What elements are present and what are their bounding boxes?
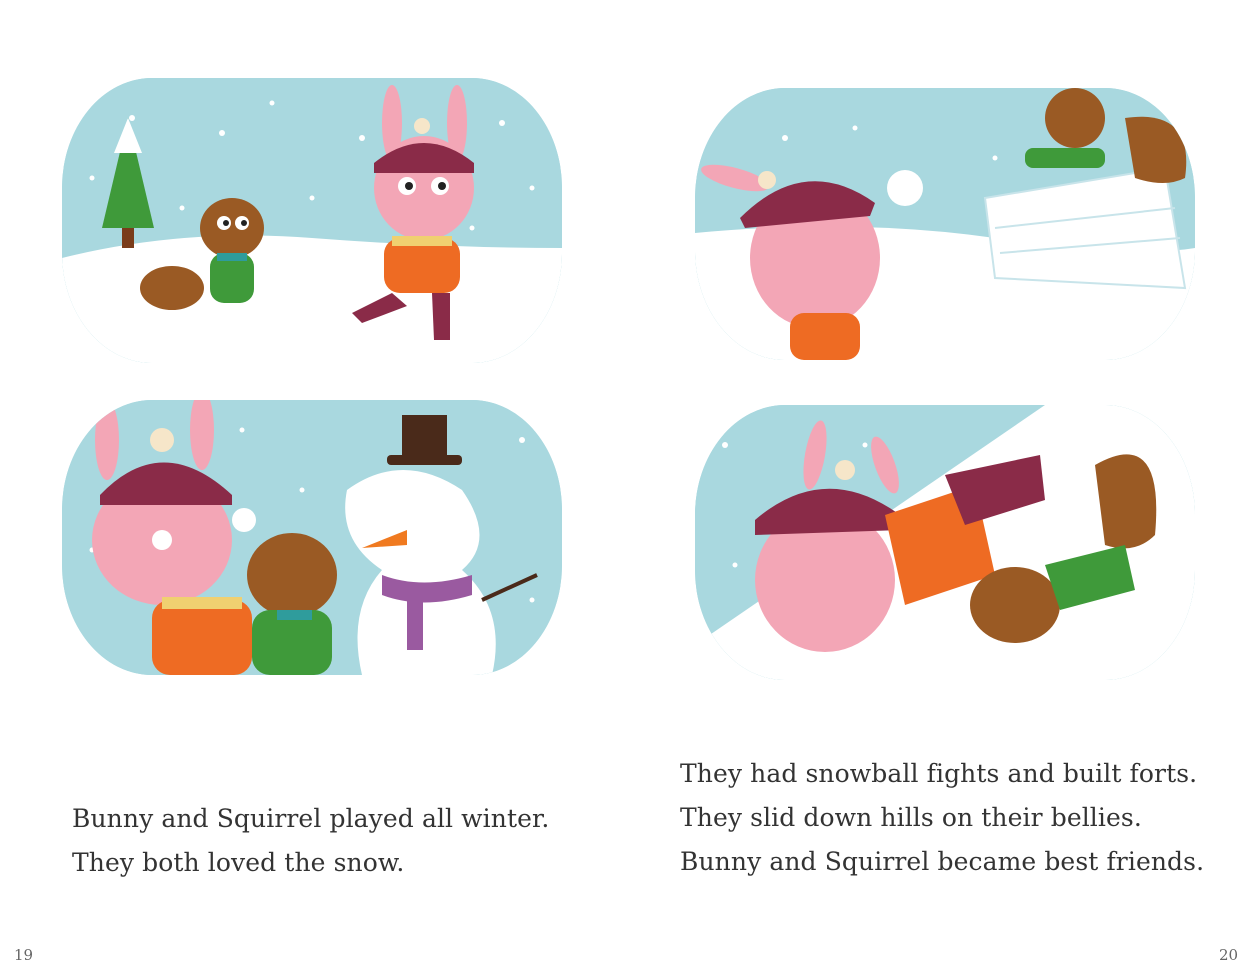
illustration-svg [62,78,562,363]
page-number-right: 20 [1219,946,1239,964]
right-page-text: They had snowball fights and built forts… [680,752,1204,884]
left-page: Bunny and Squirrel played all winter. Th… [0,0,625,978]
right-page: They had snowball fights and built forts… [626,0,1251,978]
illustration-sliding-down-hill [695,405,1195,680]
story-line: They slid down hills on their bellies. [680,803,1142,832]
snowball [887,170,923,206]
story-line: They both loved the snow. [72,848,405,877]
story-line: Bunny and Squirrel became best friends. [680,847,1205,876]
illustration-svg [62,400,562,675]
story-line: They had snowball fights and built forts… [680,759,1198,788]
illustration-bunny-squirrel-playing [62,78,562,363]
illustration-snowball-fight [695,88,1195,360]
story-line: Bunny and Squirrel played all winter. [72,804,550,833]
illustration-building-snowman [62,400,562,675]
page-number-left: 19 [14,946,34,964]
squirrel-character [247,533,337,675]
illustration-svg [695,88,1195,360]
illustration-svg [695,405,1195,680]
left-page-text: Bunny and Squirrel played all winter. Th… [72,797,549,885]
